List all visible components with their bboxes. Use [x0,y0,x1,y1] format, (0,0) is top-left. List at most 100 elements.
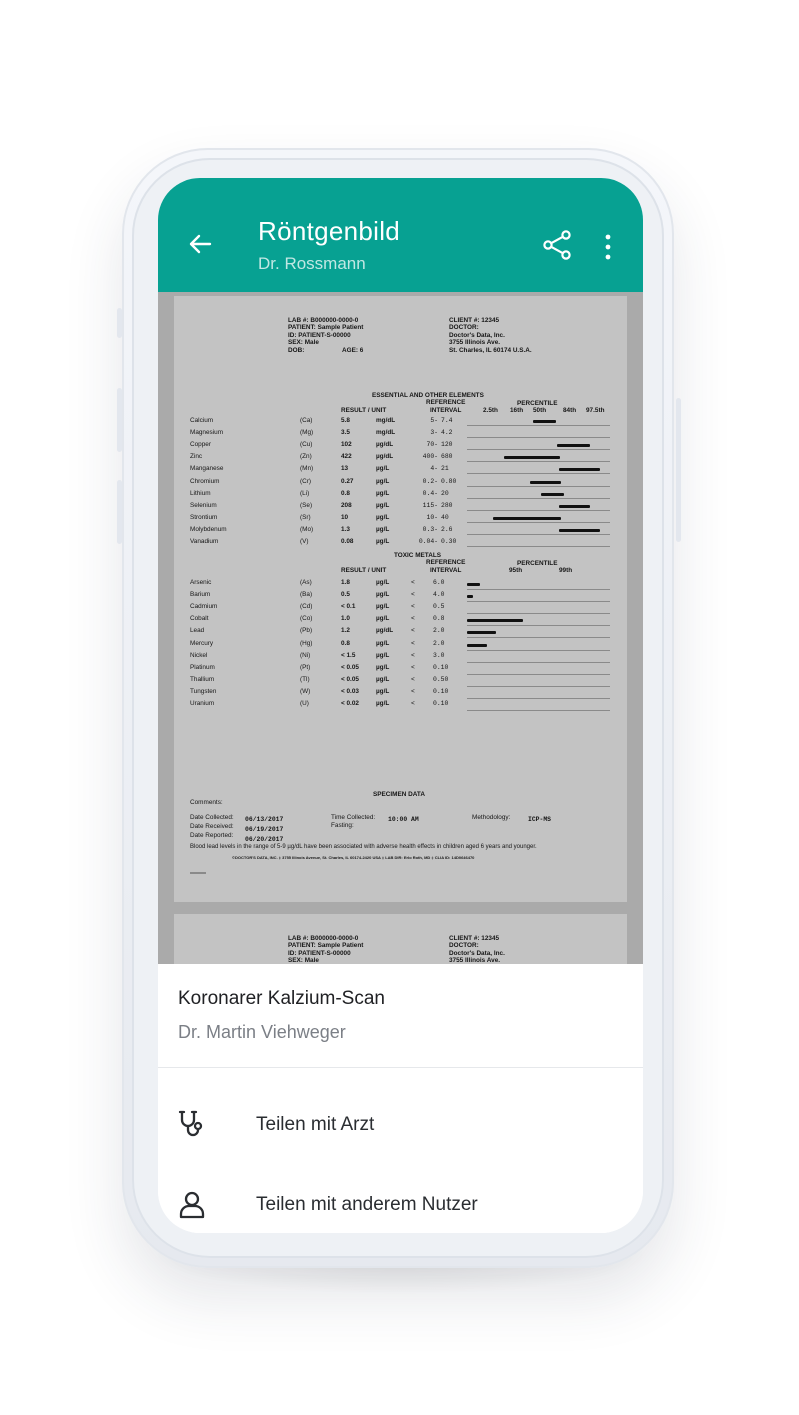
element-unit: µg/L [376,651,390,659]
grid-line [467,546,610,547]
ref-limit: 0.5 [433,603,445,611]
percentile-label: 2.5th [483,407,498,414]
share-with-user-label: Teilen mit anderem Nutzer [256,1194,478,1215]
element-unit: µg/dL [376,453,394,461]
element-symbol: (Tl) [300,675,310,683]
ref-high: 4.2 [441,429,453,437]
column-header: INTERVAL [430,407,462,414]
element-result: 1.2 [341,627,350,635]
element-unit: µg/L [376,477,390,485]
result-bar [532,420,556,423]
element-result: 1.8 [341,579,350,586]
element-name: Molybdenum [190,525,227,533]
element-name: Magnesium [190,429,224,437]
element-result: 0.27 [341,477,354,485]
ref-low: 0.4- [422,489,438,497]
element-unit: µg/L [376,700,390,707]
ref-less-than: < [411,591,415,599]
phone-side-button [676,398,681,542]
document-page: LAB #: B000000-0000-0 PATIENT: Sample Pat… [174,296,627,902]
element-name: Barium [190,591,211,599]
element-name: Thallium [190,675,215,683]
element-unit: µg/L [376,501,390,509]
ref-low: 0.3- [422,525,438,533]
column-header: RESULT / UNIT [341,407,387,414]
methodology-value: ICP-MS [528,816,552,823]
ref-high: 2.6 [441,525,453,533]
element-name: Lead [190,627,205,635]
share-with-user-button[interactable]: Teilen mit anderem Nutzer [158,1167,643,1233]
result-bar [558,468,600,472]
bottom-sheet: Koronarer Kalzium-Scan Dr. Martin Viehwe… [158,964,643,1233]
more-vert-icon[interactable] [598,230,618,264]
grid-line [467,497,610,499]
element-symbol: (Cd) [300,603,313,611]
element-unit: µg/L [376,525,390,533]
element-unit: µg/L [376,663,390,671]
ref-low: 400- [422,453,438,461]
grid-line [467,710,610,711]
element-unit: µg/L [376,675,390,683]
element-name: Platinum [190,663,215,671]
date-label: Date Collected: [190,814,234,821]
element-symbol: (Pt) [300,663,311,671]
ref-limit: 2.0 [433,639,445,647]
grid-line [467,509,610,511]
column-header: PERCENTILE [517,560,558,567]
date-value: 06/19/2017 [245,826,284,833]
element-unit: µg/L [376,538,390,545]
element-result: 0.8 [341,639,350,647]
element-symbol: (Co) [300,615,313,623]
report-header-right: DOCTOR: [449,942,479,950]
share-icon[interactable] [541,228,575,262]
element-result: < 0.1 [341,603,356,611]
element-result: 5.8 [341,417,350,424]
ref-high: 21 [441,465,449,473]
grid-line [467,685,610,687]
grid-line [467,649,610,651]
grid-line [467,533,610,535]
element-unit: µg/L [376,465,390,473]
element-symbol: (Zn) [300,453,312,461]
document-page: LAB #: B000000-0000-0 PATIENT: Sample Pat… [174,914,627,964]
column-header: REFERENCE [426,399,466,406]
result-bar [557,444,590,448]
ref-low: 0.04- [418,538,438,545]
document-viewer[interactable]: LAB #: B000000-0000-0 PATIENT: Sample Pat… [158,292,643,964]
grid-line [467,613,610,615]
element-result: 422 [341,453,352,461]
ref-low: 10- [426,513,438,521]
ref-low: 5- [430,417,438,424]
element-name: Arsenic [190,579,212,586]
report-age: AGE: 6 [342,346,364,354]
phone-side-button [117,480,122,544]
ref-low: 4- [430,465,438,473]
phone-side-button [117,388,122,452]
column-header: INTERVAL [430,567,462,574]
element-unit: µg/L [376,579,390,586]
methodology-label: Methodology: [472,814,511,821]
grid-line [467,449,610,451]
comments-label: Comments: [190,799,223,806]
element-symbol: (U) [300,700,309,707]
result-bar [467,643,488,647]
page-subtitle: Dr. Rossmann [258,254,366,273]
grid-line [467,473,610,475]
element-symbol: (Sr) [300,513,311,521]
element-name: Tungsten [190,687,217,695]
time-value: 10:00 AM [388,816,419,823]
percentile-label: 16th [510,407,524,414]
element-result: < 0.05 [341,663,359,671]
report-footer: ©DOCTOR'S DATA, INC. ‡ 3755 Illinois Ave… [232,855,475,860]
element-symbol: (Ba) [300,591,313,599]
arrow-left-icon[interactable] [184,228,216,260]
user-icon [179,1191,205,1219]
share-with-doctor-button[interactable]: Teilen mit Arzt [158,1087,643,1163]
element-symbol: (Hg) [300,639,313,647]
ref-high: 120 [441,441,453,449]
element-symbol: (Cr) [300,477,311,485]
ref-less-than: < [411,639,415,647]
report-header-left: DOB: [288,346,305,354]
element-unit: mg/dL [376,417,396,424]
date-label: Date Reported: [190,832,234,839]
